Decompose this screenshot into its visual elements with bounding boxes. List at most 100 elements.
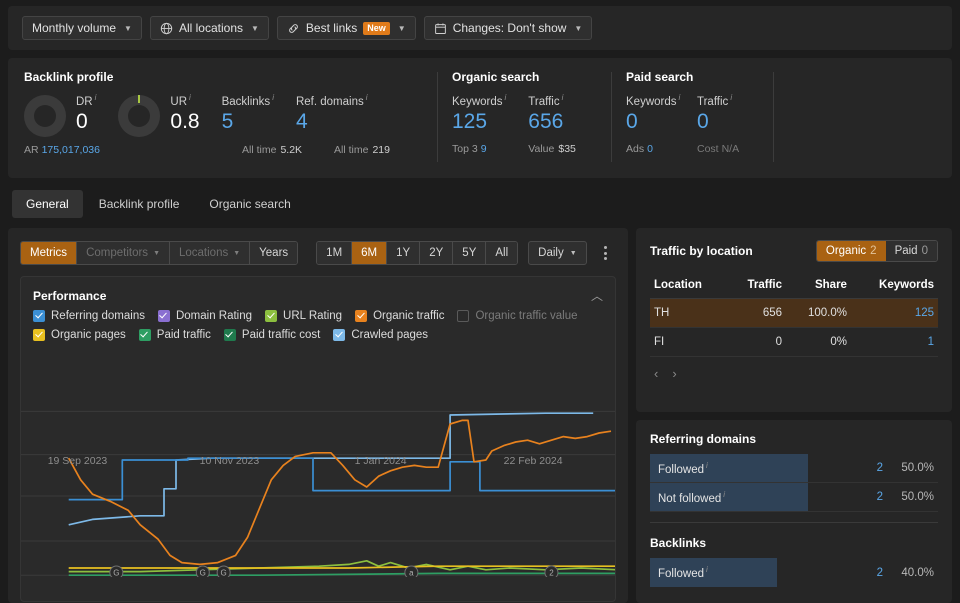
monthly-volume-dropdown[interactable]: Monthly volume ▼ (22, 16, 142, 40)
x-axis-label: 1 Jan 2024 (354, 455, 407, 467)
paid-traffic-label: Traffic (697, 95, 729, 108)
organic-keywords-label: Keywords (452, 95, 503, 108)
legend-organic-pages[interactable]: Organic pages (33, 329, 126, 341)
bar-label: Followed i (658, 460, 708, 476)
tab-backlink-profile[interactable]: Backlink profile (85, 190, 194, 218)
chart-annotation-marker: G (195, 565, 210, 577)
legend-domain-rating[interactable]: Domain Rating (157, 310, 252, 322)
organic-traffic-label: Traffic (528, 95, 560, 108)
cell-keywords[interactable]: 125 (850, 298, 938, 328)
col-traffic[interactable]: Traffic (727, 272, 786, 299)
checkbox[interactable] (157, 310, 170, 322)
best-links-dropdown[interactable]: Best links New ▼ (276, 16, 416, 40)
backlinks-sub: All time 5.2K (242, 144, 303, 156)
chart-controls: Metrics Competitors ▼ Locations ▼ Years 1M… (20, 240, 616, 266)
granularity-dropdown[interactable]: Daily ▼ (528, 241, 587, 265)
checkbox[interactable] (333, 329, 346, 341)
ref-domains-not-followed-row[interactable]: Not followed i 2 50.0% (650, 483, 938, 512)
legend-row-2: Organic pages Paid traffic Paid traffic … (33, 329, 603, 341)
cell-location: FI (650, 327, 728, 357)
seg-competitors[interactable]: Competitors ▼ (77, 242, 170, 264)
info-icon[interactable]: i (505, 93, 507, 102)
changes-dropdown[interactable]: Changes: Don't show ▼ (423, 16, 593, 40)
toggle-organic[interactable]: Organic 2 (816, 241, 886, 261)
paid-keywords-value[interactable]: 0 (626, 109, 675, 134)
bar-count[interactable]: 2 (877, 491, 883, 503)
traffic-by-location-card: Traffic by location Organic 2 Paid 0 Locat… (636, 228, 952, 412)
checkbox[interactable] (138, 329, 151, 341)
range-2y[interactable]: 2Y (420, 242, 454, 264)
organic-keywords-value[interactable]: 125 (452, 109, 506, 134)
table-row[interactable]: TH 656 100.0% 125 (650, 298, 938, 328)
chart-annotation-marker: 2 (544, 565, 559, 577)
ref-domains-value[interactable]: 4 (296, 109, 368, 134)
info-icon[interactable]: i (366, 93, 368, 102)
col-keywords[interactable]: Keywords (850, 272, 938, 299)
info-icon[interactable]: i (730, 93, 732, 102)
collapse-chevron-icon[interactable]: ︿ (591, 287, 603, 304)
backlinks-value[interactable]: 5 (222, 109, 274, 134)
range-1y[interactable]: 1Y (387, 242, 421, 264)
metrics-summary-panel: Backlink profile DR i 0 UR i 0.8 Backlinks (8, 58, 952, 178)
cell-keywords[interactable]: 1 (850, 327, 938, 357)
legend-paid-traffic[interactable]: Paid traffic (138, 329, 211, 341)
legend-row-1: Referring domains Domain Rating URL Rati… (33, 310, 603, 322)
info-icon[interactable]: i (723, 490, 725, 499)
paid-traffic-value[interactable]: 0 (697, 109, 739, 134)
legend-url-rating[interactable]: URL Rating (265, 310, 342, 322)
cell-traffic: 0 (727, 327, 786, 357)
seg-locations[interactable]: Locations ▼ (170, 242, 251, 264)
seg-metrics[interactable]: Metrics (21, 242, 78, 264)
chart-annotation-marker: G (216, 565, 231, 577)
info-icon[interactable]: i (679, 93, 681, 102)
bar-count[interactable]: 2 (877, 567, 883, 579)
prev-page-icon[interactable]: ‹ (654, 366, 658, 381)
bar-percent: 50.0% (901, 491, 934, 503)
all-locations-dropdown[interactable]: All locations ▼ (149, 16, 269, 40)
col-share[interactable]: Share (786, 272, 851, 299)
info-icon[interactable]: i (95, 93, 97, 102)
ref-domains-followed-row[interactable]: Followed i 2 50.0% (650, 454, 938, 483)
checkbox[interactable] (223, 329, 236, 341)
more-options-button[interactable] (597, 241, 615, 265)
info-icon[interactable]: i (562, 93, 564, 102)
organic-traffic-value[interactable]: 656 (528, 109, 576, 134)
range-5y[interactable]: 5Y (453, 242, 487, 264)
checkbox[interactable] (265, 310, 278, 322)
performance-line-chart[interactable]: G G Ga 2 (21, 397, 615, 601)
legend-referring-domains[interactable]: Referring domains (33, 310, 145, 322)
backlink-profile-group: Backlink profile DR i 0 UR i 0.8 Backlinks (24, 70, 438, 162)
info-icon[interactable]: i (272, 93, 274, 102)
toggle-paid[interactable]: Paid 0 (885, 241, 937, 261)
backlinks-metric: Backlinks i 5 (222, 93, 296, 134)
tab-organic-search[interactable]: Organic search (195, 190, 304, 218)
chevron-down-icon: ▼ (124, 23, 132, 33)
info-icon[interactable]: i (706, 461, 708, 470)
tab-general[interactable]: General (12, 190, 83, 218)
range-1m[interactable]: 1M (317, 242, 353, 264)
checkbox[interactable] (457, 310, 470, 322)
seg-years[interactable]: Years (250, 242, 298, 264)
ar-sub: AR 175,017,036 (24, 144, 100, 156)
checkbox[interactable] (33, 310, 45, 322)
legend-paid-traffic-cost[interactable]: Paid traffic cost (223, 329, 320, 341)
legend-crawled-pages[interactable]: Crawled pages (333, 329, 428, 341)
section-divider (650, 522, 938, 523)
legend-organic-traffic[interactable]: Organic traffic (355, 310, 444, 322)
new-badge: New (363, 21, 390, 35)
range-all[interactable]: All (486, 242, 518, 264)
cell-share: 100.0% (786, 298, 851, 328)
bar-values: 2 50.0% (877, 462, 938, 474)
backlinks-followed-row[interactable]: Followed i 2 40.0% (650, 558, 938, 587)
next-page-icon[interactable]: › (672, 366, 676, 381)
info-icon[interactable]: i (189, 93, 191, 102)
info-icon[interactable]: i (706, 565, 708, 574)
range-6m[interactable]: 6M (352, 242, 388, 264)
table-row[interactable]: FI 0 0% 1 (650, 327, 938, 357)
performance-header: Performance ︿ (21, 277, 615, 310)
checkbox[interactable] (33, 329, 45, 341)
legend-organic-traffic-value[interactable]: Organic traffic value (457, 310, 578, 322)
col-location[interactable]: Location (650, 272, 728, 299)
checkbox[interactable] (355, 310, 368, 322)
bar-count[interactable]: 2 (877, 462, 883, 474)
